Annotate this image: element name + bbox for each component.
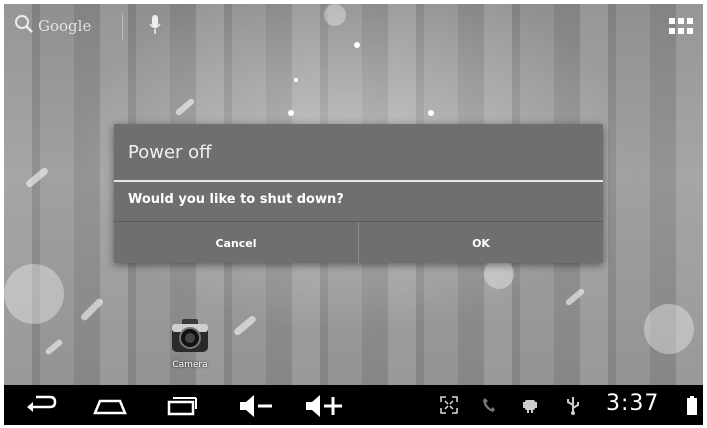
- home-icon[interactable]: [92, 393, 128, 421]
- camera-icon: [170, 319, 210, 358]
- cancel-button[interactable]: Cancel: [114, 222, 358, 264]
- wallpaper-bokeh: [644, 304, 694, 354]
- search-icon: [14, 14, 34, 38]
- android-debug-icon: [522, 396, 538, 418]
- wallpaper-streak: [44, 338, 64, 356]
- volume-down-icon[interactable]: [238, 393, 276, 423]
- wallpaper-streak: [232, 314, 258, 337]
- status-clock: 3:37: [606, 391, 660, 416]
- wallpaper-dot: [288, 110, 294, 116]
- phone-icon: [482, 397, 496, 417]
- camera-label: Camera: [172, 360, 208, 370]
- wallpaper-bokeh: [4, 264, 64, 324]
- search-label: Google: [38, 17, 92, 35]
- screenshot-icon[interactable]: [440, 396, 458, 418]
- wallpaper-streak: [564, 287, 586, 307]
- dialog-title-divider: [114, 180, 603, 182]
- wallpaper-dot: [428, 110, 434, 116]
- power-off-dialog: Power off Would you like to shut down? C…: [114, 124, 603, 264]
- usb-icon: [566, 395, 580, 419]
- search-divider: [122, 14, 123, 40]
- battery-icon: [687, 396, 697, 420]
- wallpaper-dot: [354, 42, 360, 48]
- all-apps-icon[interactable]: [669, 18, 693, 36]
- wallpaper-streak: [79, 297, 105, 322]
- wallpaper-streak: [24, 166, 50, 189]
- recent-apps-icon[interactable]: [166, 393, 198, 421]
- voice-search-icon[interactable]: [148, 14, 162, 42]
- back-icon[interactable]: [24, 393, 58, 421]
- camera-shortcut[interactable]: Camera: [168, 316, 212, 370]
- dialog-message: Would you like to shut down?: [128, 192, 344, 207]
- wallpaper-streak: [174, 97, 196, 117]
- dialog-title: Power off: [128, 142, 212, 163]
- dialog-buttons: Cancel OK: [114, 221, 603, 264]
- google-search-bar[interactable]: Google: [14, 14, 91, 38]
- wallpaper-dot: [294, 78, 298, 82]
- system-bar: 3:37: [4, 385, 703, 425]
- wallpaper-bokeh: [324, 4, 346, 26]
- ok-button[interactable]: OK: [358, 222, 603, 264]
- volume-up-icon[interactable]: [304, 393, 346, 423]
